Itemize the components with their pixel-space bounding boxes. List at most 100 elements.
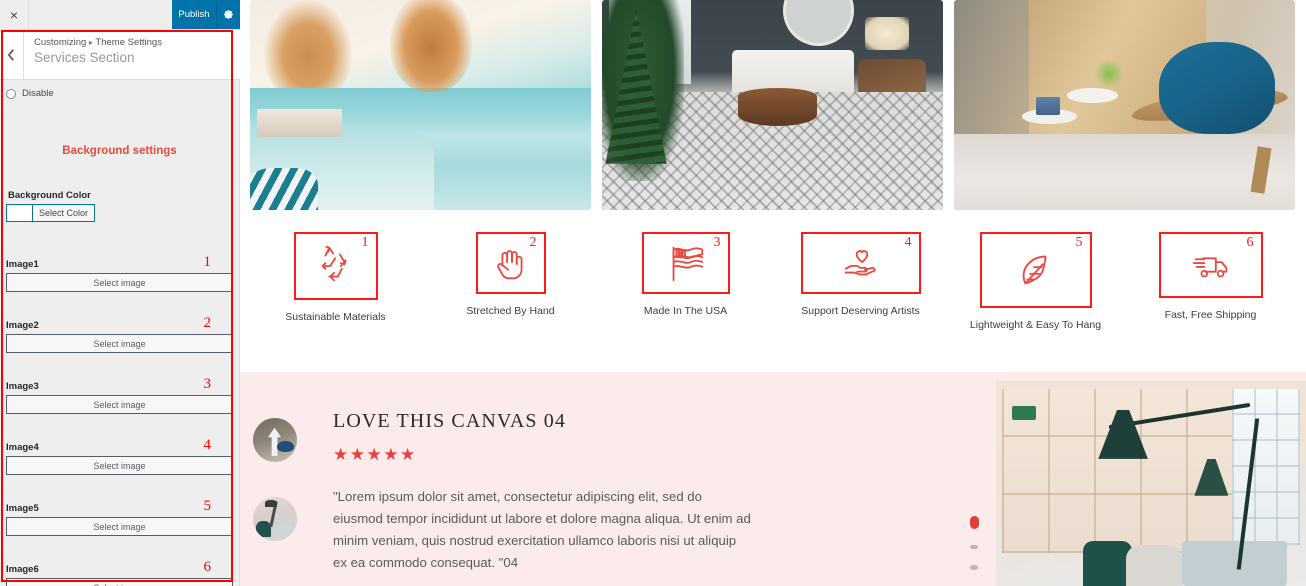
select-image-button[interactable]: Select image (6, 395, 233, 414)
service-icon-box[interactable]: 5 (979, 232, 1092, 308)
carousel-dot-2[interactable] (970, 544, 978, 550)
carousel-dot-3[interactable] (970, 565, 978, 570)
testimonial-avatars (253, 404, 315, 586)
customizer-panel-header: Customizing ▸ Theme Settings Services Se… (0, 30, 240, 80)
select-image-button[interactable]: Select image (6, 517, 233, 536)
select-image-button[interactable]: Select image (6, 273, 233, 292)
color-swatch[interactable] (7, 205, 33, 221)
carousel-dot-1[interactable] (969, 516, 979, 529)
image-field-1: Image1 1 Select image (6, 254, 233, 292)
testimonial-section: LOVE THIS CANVAS 04 ★★★★★ "Lorem ipsum d… (240, 372, 1306, 586)
hero2-mirror (782, 0, 855, 47)
service-icon-box[interactable]: 1 (293, 232, 378, 300)
page-title: Services Section (34, 50, 135, 65)
image-field-6: Image6 6 Select image (6, 559, 233, 586)
gear-icon[interactable] (216, 0, 240, 29)
wordpress-customizer-sidebar: × Publish Customizing ▸ Theme Settings S… (0, 0, 240, 586)
annotation-marker: 2 (203, 315, 212, 331)
image-field-label-row: Image5 5 (6, 498, 233, 517)
annotation-marker: 6 (1246, 235, 1254, 250)
image-field-label-row: Image3 3 (6, 376, 233, 395)
avatar[interactable] (253, 497, 297, 541)
testimonial-title: LOVE THIS CANVAS 04 (333, 410, 566, 432)
hero3-side-table-tall (1066, 88, 1118, 103)
service-label: Sustainable Materials (285, 311, 386, 323)
customizer-topbar: × Publish (0, 0, 240, 30)
hero1-books (256, 109, 343, 137)
service-item-3: 3 Made In The USA (598, 232, 773, 372)
avatar[interactable] (253, 418, 297, 462)
select-image-button[interactable]: Select image (6, 578, 233, 586)
select-image-button[interactable]: Select image (6, 456, 233, 475)
publish-button[interactable]: Publish (172, 0, 216, 29)
service-icon-box[interactable]: 2 (475, 232, 546, 294)
disable-radio[interactable] (6, 88, 16, 99)
service-icon-box[interactable]: 3 (641, 232, 730, 294)
select-image-button[interactable]: Select image (6, 334, 233, 353)
hero2-coffee-table (738, 88, 817, 126)
service-label: Lightweight & Easy To Hang (969, 319, 1102, 331)
recycle-icon (313, 243, 359, 289)
image-field-label: Image3 (6, 381, 39, 392)
image-field-2: Image2 2 Select image (6, 315, 233, 353)
service-item-4: 4 Support Deserving Artists (773, 232, 948, 372)
service-icon-box[interactable]: 4 (800, 232, 921, 294)
hand-icon (488, 240, 534, 286)
screen: × Publish Customizing ▸ Theme Settings S… (0, 0, 1306, 586)
annotation-marker: 1 (361, 235, 369, 250)
hero1-pillow (250, 168, 319, 210)
testimonial-photo-gray-chair (1126, 545, 1182, 586)
background-color-label: Background Color (8, 190, 91, 201)
testimonial-quote: "Lorem ipsum dolor sit amet, consectetur… (333, 489, 751, 570)
hero-image-3 (954, 0, 1295, 210)
annotation-marker: 5 (203, 498, 212, 514)
avatar-2-lamp-shade (265, 499, 277, 507)
service-item-6: 6 Fast, Free Shipping (1123, 232, 1298, 372)
select-color-button[interactable]: Select Color (33, 205, 95, 221)
annotation-marker: 5 (1075, 235, 1083, 250)
hero3-mugs (1035, 96, 1060, 116)
hero3-floor (954, 134, 1295, 210)
carousel-dots (952, 372, 996, 586)
rating-stars: ★★★★★ (333, 445, 417, 464)
service-label: Support Deserving Artists (801, 305, 920, 317)
hero3-plant (1093, 58, 1125, 89)
image-field-label: Image2 (6, 320, 39, 331)
disable-control[interactable]: Disable (0, 80, 239, 103)
annotation-marker: 4 (203, 437, 212, 453)
image-field-label: Image5 (6, 503, 39, 514)
close-customizer-button[interactable]: × (0, 0, 29, 29)
breadcrumb: Customizing ▸ Theme Settings (34, 37, 240, 48)
breadcrumb-separator: ▸ (88, 38, 93, 47)
hero-image-row (240, 0, 1306, 210)
panel-header-text: Customizing ▸ Theme Settings Services Se… (24, 30, 240, 79)
image-field-label-row: Image1 1 (6, 254, 233, 273)
image-field-3: Image3 3 Select image (6, 376, 233, 414)
service-label: Made In The USA (643, 305, 728, 317)
annotation-marker: 3 (713, 235, 721, 250)
image-field-label: Image4 (6, 442, 39, 453)
service-icon-box[interactable]: 6 (1158, 232, 1263, 298)
testimonial-content: LOVE THIS CANVAS 04 ★★★★★ "Lorem ipsum d… (315, 404, 952, 586)
service-label: Fast, Free Shipping (1164, 309, 1257, 321)
image-field-label: Image1 (6, 259, 39, 270)
annotation-marker: 2 (529, 235, 537, 250)
service-item-5: 5 Lightweight & Easy To Hang (948, 232, 1123, 372)
breadcrumb-prefix: Customizing (34, 37, 87, 48)
heart-in-hand-icon (838, 240, 884, 286)
color-picker[interactable]: Select Color (6, 204, 96, 222)
services-row: 1 Sustainable Materials 2 Stretched By Hand… (240, 210, 1306, 372)
avatar-2-chair-light (275, 523, 293, 539)
image-field-label-row: Image4 4 (6, 437, 233, 456)
back-button[interactable] (0, 30, 24, 79)
annotation-marker: 6 (203, 559, 212, 575)
image-fields-list: Image1 1 Select image Image2 2 Select image Im… (0, 254, 239, 586)
testimonial-photo-exit-sign (1011, 405, 1037, 420)
hero2-lamp (864, 16, 909, 51)
background-color-control: Background Color Select Color (0, 190, 239, 226)
feather-icon (1013, 247, 1059, 293)
background-settings-heading: Background settings (62, 145, 177, 157)
annotation-marker: 1 (203, 254, 212, 270)
service-item-1: 1 Sustainable Materials (248, 232, 423, 372)
